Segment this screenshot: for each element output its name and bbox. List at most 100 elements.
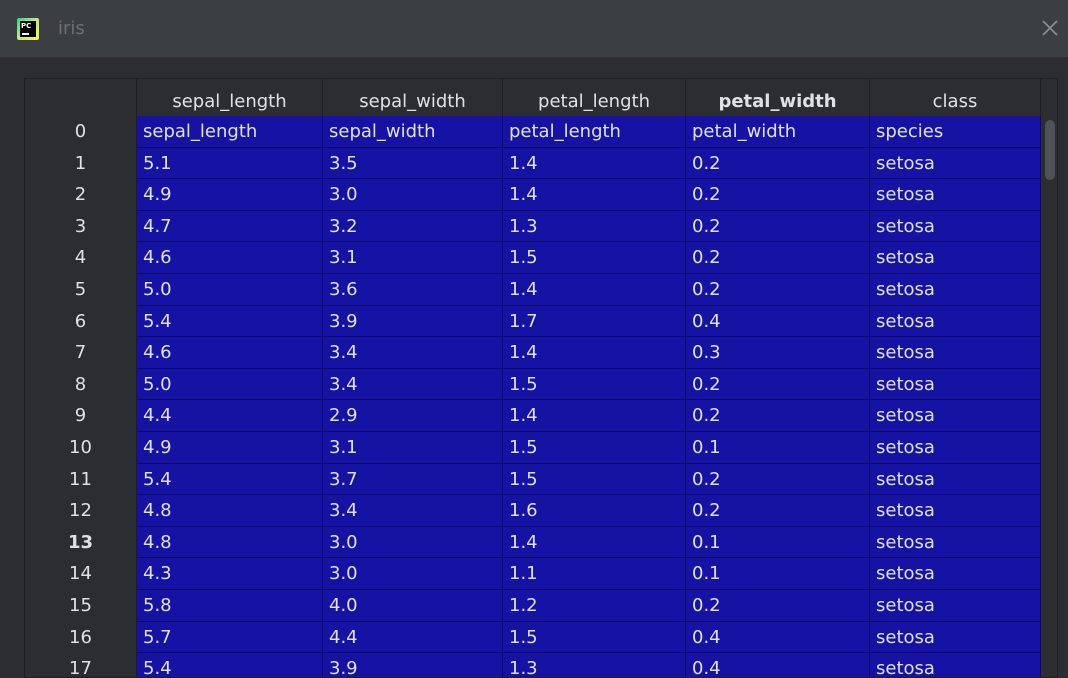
table-row[interactable]: 0 sepal_length sepal_width petal_length peta… — [25, 116, 1041, 148]
table-cell[interactable]: 0.1 — [686, 558, 870, 590]
table-cell[interactable]: 1.3 — [503, 210, 686, 243]
column-header-petal-length[interactable]: petal_length — [503, 79, 686, 116]
table-cell[interactable]: 4.8 — [137, 526, 323, 559]
table-cell[interactable]: 5.0 — [137, 368, 323, 401]
table-row[interactable]: 5 5.0 3.6 1.4 0.2 setosa — [25, 274, 1041, 306]
table-cell[interactable]: 1.6 — [503, 495, 686, 527]
table-cell[interactable]: setosa — [870, 179, 1041, 211]
table-cell[interactable]: 3.1 — [323, 432, 503, 464]
table-cell[interactable]: 1.2 — [503, 590, 686, 622]
table-cell[interactable]: setosa — [870, 242, 1041, 274]
table-cell[interactable]: 3.0 — [323, 526, 503, 559]
table-cell[interactable]: 5.8 — [137, 590, 323, 622]
table-cell[interactable]: 4.4 — [323, 621, 503, 654]
table-cell[interactable]: 3.9 — [323, 653, 503, 677]
table-cell[interactable]: setosa — [870, 590, 1041, 622]
table-cell[interactable]: 4.3 — [137, 558, 323, 590]
table-cell[interactable]: 3.1 — [323, 242, 503, 274]
table-row[interactable]: 16 5.7 4.4 1.5 0.4 setosa — [25, 621, 1041, 654]
table-cell[interactable]: 1.5 — [503, 242, 686, 274]
vertical-scrollbar[interactable] — [1041, 116, 1057, 677]
column-header-petal-width[interactable]: petal_width — [686, 79, 870, 116]
table-cell[interactable]: 1.3 — [503, 653, 686, 677]
table-cell[interactable]: 0.3 — [686, 337, 870, 369]
table-cell[interactable]: setosa — [870, 432, 1041, 464]
table-cell[interactable]: 1.5 — [503, 432, 686, 464]
close-button[interactable] — [1038, 16, 1062, 40]
table-cell[interactable]: setosa — [870, 337, 1041, 369]
table-row[interactable]: 10 4.9 3.1 1.5 0.1 setosa — [25, 432, 1041, 464]
table-cell[interactable]: setosa — [870, 274, 1041, 306]
table-cell[interactable]: sepal_length — [137, 116, 323, 148]
row-index[interactable]: 9 — [25, 400, 137, 432]
table-cell[interactable]: 0.2 — [686, 495, 870, 527]
table-cell[interactable]: 1.4 — [503, 337, 686, 369]
table-cell[interactable]: 4.7 — [137, 210, 323, 243]
table-row[interactable]: 11 5.4 3.7 1.5 0.2 setosa — [25, 463, 1041, 496]
table-cell[interactable]: 1.4 — [503, 147, 686, 180]
row-index[interactable]: 4 — [25, 242, 137, 274]
table-cell[interactable]: 1.5 — [503, 368, 686, 401]
table-cell[interactable]: 0.1 — [686, 432, 870, 464]
column-header-sepal-width[interactable]: sepal_width — [323, 79, 503, 116]
row-index[interactable]: 7 — [25, 337, 137, 369]
table-cell[interactable]: 4.9 — [137, 432, 323, 464]
row-index[interactable]: 15 — [25, 590, 137, 622]
table-cell[interactable]: setosa — [870, 368, 1041, 401]
table-cell[interactable]: 1.4 — [503, 274, 686, 306]
table-cell[interactable]: species — [870, 116, 1041, 148]
table-cell[interactable]: setosa — [870, 147, 1041, 180]
table-cell[interactable]: 0.2 — [686, 368, 870, 401]
row-index[interactable]: 0 — [25, 116, 137, 148]
table-row[interactable]: 1 5.1 3.5 1.4 0.2 setosa — [25, 147, 1041, 180]
table-row[interactable]: 7 4.6 3.4 1.4 0.3 setosa — [25, 337, 1041, 369]
table-cell[interactable]: 4.0 — [323, 590, 503, 622]
table-cell[interactable]: 1.7 — [503, 305, 686, 338]
table-cell[interactable]: 0.2 — [686, 274, 870, 306]
table-row[interactable]: 15 5.8 4.0 1.2 0.2 setosa — [25, 590, 1041, 622]
table-cell[interactable]: 3.5 — [323, 147, 503, 180]
table-row[interactable]: 13 4.8 3.0 1.4 0.1 setosa — [25, 526, 1041, 559]
table-cell[interactable]: 3.0 — [323, 558, 503, 590]
table-cell[interactable]: 0.2 — [686, 210, 870, 243]
table-cell[interactable]: setosa — [870, 210, 1041, 243]
table-row[interactable]: 8 5.0 3.4 1.5 0.2 setosa — [25, 368, 1041, 401]
table-cell[interactable]: 0.2 — [686, 590, 870, 622]
table-cell[interactable]: 4.6 — [137, 242, 323, 274]
table-cell[interactable]: 0.1 — [686, 526, 870, 559]
row-index[interactable]: 11 — [25, 463, 137, 496]
table-cell[interactable]: setosa — [870, 653, 1041, 677]
table-cell[interactable]: 3.4 — [323, 337, 503, 369]
scrollbar-thumb[interactable] — [1045, 120, 1055, 180]
table-cell[interactable]: setosa — [870, 558, 1041, 590]
table-cell[interactable]: petal_length — [503, 116, 686, 148]
row-index[interactable]: 3 — [25, 210, 137, 243]
row-index[interactable]: 16 — [25, 621, 137, 654]
table-cell[interactable]: 4.9 — [137, 179, 323, 211]
table-cell[interactable]: 5.4 — [137, 305, 323, 338]
table-cell[interactable]: 3.9 — [323, 305, 503, 338]
table-row[interactable]: 12 4.8 3.4 1.6 0.2 setosa — [25, 495, 1041, 527]
table-cell[interactable]: 0.2 — [686, 147, 870, 180]
column-header-sepal-length[interactable]: sepal_length — [137, 79, 323, 116]
table-row[interactable]: 2 4.9 3.0 1.4 0.2 setosa — [25, 179, 1041, 211]
table-cell[interactable]: 5.1 — [137, 147, 323, 180]
table-cell[interactable]: petal_width — [686, 116, 870, 148]
table-cell[interactable]: 0.2 — [686, 463, 870, 496]
table-cell[interactable]: 3.4 — [323, 368, 503, 401]
row-index[interactable]: 17 — [25, 653, 137, 677]
table-cell[interactable]: setosa — [870, 305, 1041, 338]
table-cell[interactable]: 1.1 — [503, 558, 686, 590]
column-header-class[interactable]: class — [870, 79, 1041, 116]
table-cell[interactable]: 3.4 — [323, 495, 503, 527]
table-cell[interactable]: 5.4 — [137, 653, 323, 677]
table-row[interactable]: 3 4.7 3.2 1.3 0.2 setosa — [25, 210, 1041, 243]
table-row[interactable]: 9 4.4 2.9 1.4 0.2 setosa — [25, 400, 1041, 432]
table-cell[interactable]: setosa — [870, 621, 1041, 654]
table-cell[interactable]: setosa — [870, 463, 1041, 496]
table-cell[interactable]: sepal_width — [323, 116, 503, 148]
table-cell[interactable]: 1.4 — [503, 400, 686, 432]
table-cell[interactable]: 3.7 — [323, 463, 503, 496]
table-row[interactable]: 6 5.4 3.9 1.7 0.4 setosa — [25, 305, 1041, 338]
table-cell[interactable]: 3.0 — [323, 179, 503, 211]
